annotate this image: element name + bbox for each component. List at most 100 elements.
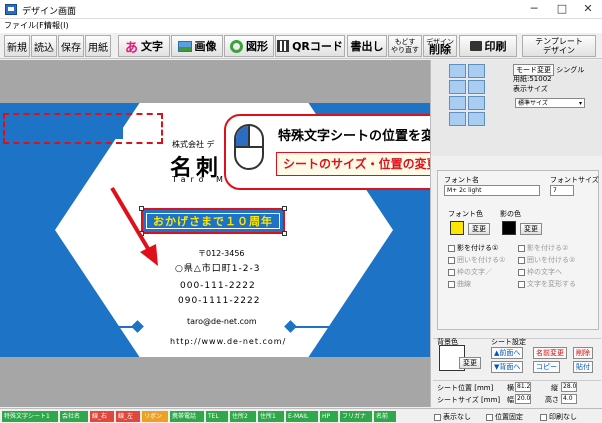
callout-help-link[interactable]: シートのサイズ・位置の変更方法はこちら — [276, 152, 430, 176]
x-input[interactable]: 81.2 — [515, 382, 531, 392]
hide-checkbox[interactable]: 表示なし — [434, 412, 471, 422]
shape-button[interactable]: 図形 — [224, 35, 274, 57]
tutorial-callout: 特殊文字シートの位置を変更 シートのサイズ・位置の変更方法はこちら — [224, 114, 430, 190]
address[interactable]: ○県△市口町1-2-3 — [175, 261, 260, 274]
paste-button[interactable]: 貼付 — [573, 361, 593, 373]
close-button[interactable]: ✕ — [574, 0, 602, 19]
move-target-outline — [3, 113, 163, 144]
resize-handle-tl[interactable] — [139, 206, 144, 211]
redo-label: やり直す — [391, 46, 419, 54]
lock-position-checkbox[interactable]: 位置固定 — [486, 412, 523, 422]
delete-sheet-button[interactable]: 削除 — [573, 347, 593, 359]
toolbar: 新規 読込 保存 用紙 あ 文字 画像 図形 QRコード 書出し もどす やり直… — [0, 33, 602, 59]
postal-code[interactable]: 〒012-3456 — [198, 248, 245, 259]
outline2-checkbox[interactable]: 囲いを付ける② — [518, 255, 575, 265]
frame-text-checkbox[interactable]: 枠の文字／ — [448, 267, 492, 277]
sheet-tab[interactable]: HP — [320, 411, 338, 422]
display-size-select[interactable]: 標準サイズ — [515, 98, 585, 108]
shadow-color-swatch[interactable] — [502, 221, 516, 235]
frame-text-to-checkbox[interactable]: 枠の文字へ — [518, 267, 562, 277]
phone-mobile[interactable]: 090-1111-2222 — [178, 296, 260, 306]
decoration-line-right[interactable] — [290, 326, 338, 328]
minimize-button[interactable]: ─ — [520, 0, 548, 19]
font-size-label: フォントサイズ — [550, 176, 599, 184]
font-color-change-button[interactable]: 変更 — [468, 223, 490, 235]
print-button-label: 印刷 — [484, 40, 507, 53]
company-name[interactable]: 株式会社 デ — [172, 139, 215, 150]
sheet-tab[interactable]: TEL — [206, 411, 228, 422]
bg-color-change-button[interactable]: 変更 — [459, 357, 481, 369]
undo-redo-button[interactable]: もどす やり直す — [388, 35, 422, 57]
no-print-checkbox[interactable]: 印刷なし — [540, 412, 577, 422]
send-back-button[interactable]: ▼背面へ — [491, 361, 524, 373]
text-button[interactable]: あ 文字 — [118, 35, 170, 57]
height-input[interactable]: 4.0 — [561, 394, 577, 404]
bring-front-button[interactable]: ▲前面へ — [491, 347, 524, 359]
export-button[interactable]: 書出し — [347, 35, 387, 57]
sheet-tab[interactable]: リボン — [142, 411, 168, 422]
sheet-tab[interactable]: 特殊文字シート1 — [2, 411, 58, 422]
new-button[interactable]: 新規 — [4, 35, 30, 57]
font-name-select[interactable]: M+ 2c light — [444, 185, 540, 196]
sheet-tabs: 特殊文字シート1 会社名 線_右 線_左 リボン 携帯電話 TEL 住所2 住所1 E-MAIL H… — [0, 408, 430, 423]
menu-info[interactable]: 情報(I) — [44, 20, 69, 31]
shadow1-checkbox[interactable]: 影を付ける① — [448, 243, 498, 253]
save-button[interactable]: 保存 — [58, 35, 84, 57]
resize-handle-bl[interactable] — [139, 231, 144, 236]
sheet-tab[interactable]: フリガナ — [340, 411, 372, 422]
qr-code-button[interactable]: QRコード — [275, 35, 345, 57]
sheet-tab[interactable]: 線_右 — [90, 411, 114, 422]
shadow-color-change-button[interactable]: 変更 — [520, 223, 542, 235]
text-icon: あ — [124, 40, 138, 56]
sheet-tab[interactable]: 名前 — [374, 411, 396, 422]
font-color-swatch[interactable] — [450, 221, 464, 235]
layout-grid[interactable] — [449, 64, 485, 126]
print-button[interactable]: 印刷 — [459, 35, 517, 57]
person-name-furigana[interactable]: Taro M — [172, 175, 228, 184]
shadow-color-label: 影の色 — [500, 210, 521, 218]
layout-preview: モード変更 シングル 用紙:51002 表示サイズ 標準サイズ — [431, 60, 602, 156]
resize-handle-tr[interactable] — [282, 206, 287, 211]
font-color-label: フォント色 — [448, 210, 483, 218]
sheet-settings: 背景色 変更 シート設定 ▲前面へ 名前変更 削除 ▼背面へ コピー 貼付 — [433, 338, 601, 378]
sheet-tab[interactable]: 携帯電話 — [170, 411, 204, 422]
mode-single-label: シングル — [556, 66, 585, 74]
menu-file[interactable]: ファイル(F) — [4, 20, 47, 31]
rename-button[interactable]: 名前変更 — [533, 347, 567, 359]
sheet-tab[interactable]: 線_左 — [116, 411, 140, 422]
maximize-button[interactable]: □ — [548, 0, 576, 19]
shadow2-checkbox[interactable]: 影を付ける② — [518, 243, 568, 253]
paper-button[interactable]: 用紙 — [85, 35, 111, 57]
design-canvas[interactable]: 株式会社 デ 名刺 ス Taro M 〒012-3456 ○県△市口町1-2-3… — [0, 60, 430, 407]
email-address[interactable]: taro@de-net.com — [187, 317, 257, 326]
sheet-tab[interactable]: 住所1 — [258, 411, 284, 422]
resize-handle-br[interactable] — [282, 231, 287, 236]
transform-text-checkbox[interactable]: 文字を変形する — [518, 279, 576, 289]
sheet-tab[interactable]: E-MAIL — [286, 411, 318, 422]
circle-shape-icon — [230, 39, 243, 53]
move-target-preview — [8, 118, 123, 139]
shape-button-label: 図形 — [246, 40, 268, 53]
special-text-sheet[interactable]: おかげさまで１０周年 — [139, 206, 287, 236]
mouse-icon — [234, 124, 264, 170]
template-label-top: テンプレート — [535, 37, 583, 46]
width-input[interactable]: 20.0 — [515, 394, 531, 404]
sheet-tab[interactable]: 住所2 — [230, 411, 256, 422]
curve-checkbox[interactable]: 曲線 — [448, 279, 471, 289]
outline1-checkbox[interactable]: 囲いを付ける① — [448, 255, 505, 265]
callout-title: 特殊文字シートの位置を変更 — [278, 129, 430, 144]
font-size-select[interactable]: 7 — [550, 185, 574, 196]
image-button[interactable]: 画像 — [171, 35, 223, 57]
website-url[interactable]: http://www.de-net.com/ — [170, 337, 286, 346]
delete-design-button[interactable]: デザイン 削除 — [423, 35, 457, 57]
window-title: デザイン画面 — [22, 7, 77, 17]
y-label: 縦 — [551, 384, 558, 392]
display-size-label: 表示サイズ — [513, 85, 548, 93]
sheet-tab[interactable]: 会社名 — [60, 411, 88, 422]
y-input[interactable]: 28.0 — [561, 382, 577, 392]
phone-tel[interactable]: 000-111-2222 — [180, 281, 256, 291]
copy-button[interactable]: コピー — [533, 361, 560, 373]
sheet-size-label: シートサイズ [mm] — [437, 396, 501, 404]
template-design-button[interactable]: テンプレート デザイン — [522, 35, 596, 57]
open-button[interactable]: 読込 — [31, 35, 57, 57]
